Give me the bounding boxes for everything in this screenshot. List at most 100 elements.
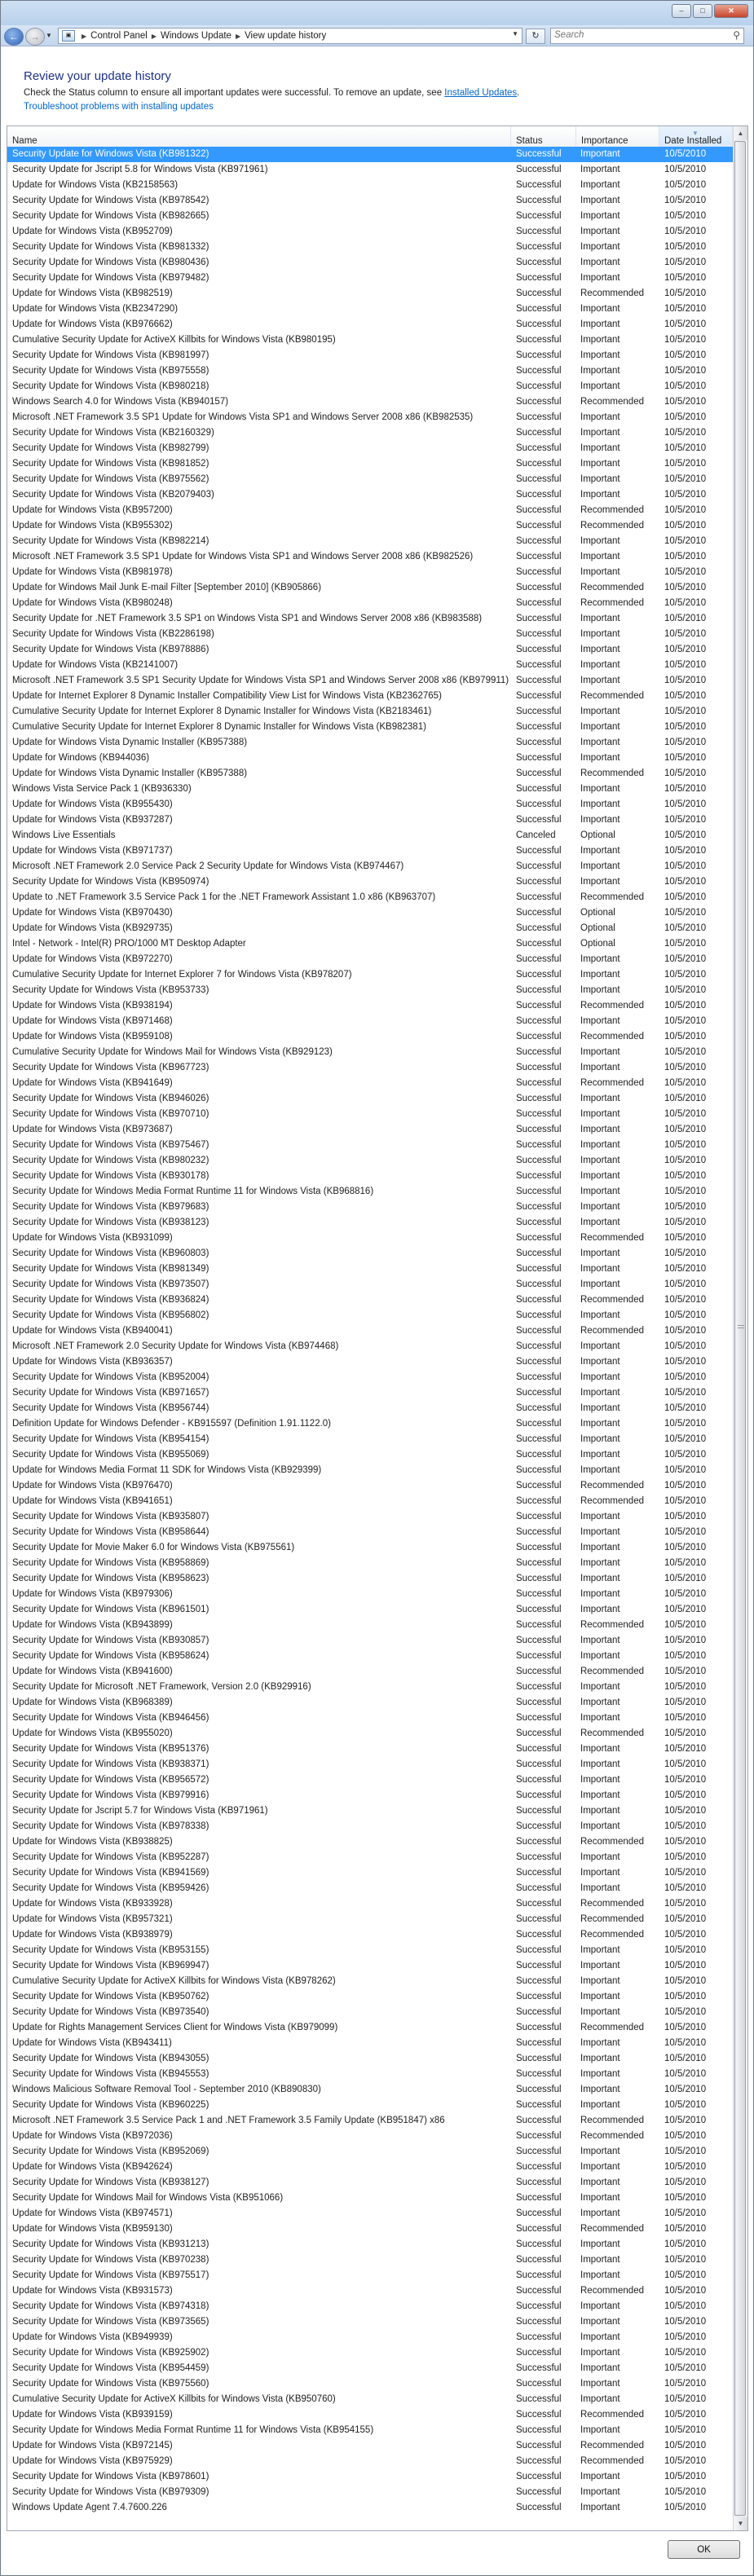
table-row[interactable]: Security Update for Windows Vista (KB980… [7,255,733,271]
table-row[interactable]: Security Update for Windows Vista (KB953… [7,983,733,998]
table-row[interactable]: Update for Windows Vista (KB936357) Succe… [7,1354,733,1370]
table-row[interactable]: Microsoft .NET Framework 3.5 Service Pac… [7,2113,733,2129]
installed-updates-link[interactable]: Installed Updates [444,88,517,98]
table-row[interactable]: Security Update for Windows Vista (KB956… [7,1308,733,1323]
table-row[interactable]: Update for Windows Vista (KB940041) Succe… [7,1323,733,1339]
table-row[interactable]: Security Update for Windows Vista (KB931… [7,2237,733,2252]
table-row[interactable]: Update for Windows Vista (KB957321) Succe… [7,1912,733,1927]
table-row[interactable]: Update for Windows Vista (KB976662) Succe… [7,317,733,332]
vertical-scrollbar[interactable]: ▲ ▼ [733,126,747,2530]
breadcrumb-windows-update[interactable]: Windows Update [161,31,231,41]
table-row[interactable]: Security Update for Windows Vista (KB925… [7,2345,733,2361]
table-row[interactable]: Update to .NET Framework 3.5 Service Pac… [7,890,733,905]
table-row[interactable]: Windows Update Agent 7.4.7600.226 Success… [7,2500,733,2516]
troubleshoot-link[interactable]: Troubleshoot problems with installing up… [24,102,214,112]
table-row[interactable]: Security Update for Windows Vista (KB938… [7,1757,733,1772]
table-row[interactable]: Update for Windows Mail Junk E-mail Filt… [7,580,733,596]
table-row[interactable]: Security Update for Windows Vista (KB982… [7,441,733,456]
table-row[interactable]: Security Update for Windows Vista (KB950… [7,874,733,890]
table-row[interactable]: Update for Windows Vista (KB982519) Succe… [7,286,733,302]
table-row[interactable]: Update for Windows Vista (KB949939) Succe… [7,2330,733,2345]
table-row[interactable]: Security Update for Windows Vista (KB973… [7,1277,733,1292]
table-row[interactable]: Security Update for Windows Vista (KB958… [7,1571,733,1587]
table-row[interactable]: Update for Windows Vista (KB959130) Succe… [7,2222,733,2237]
table-row[interactable]: Update for Windows Vista (KB941649) Succe… [7,1076,733,1091]
table-row[interactable]: Update for Windows Vista (KB955430) Succe… [7,797,733,812]
table-row[interactable]: Update for Windows Vista (KB933928) Succe… [7,1896,733,1912]
table-row[interactable]: Security Update for Windows Vista (KB981… [7,147,733,162]
table-row[interactable]: Update for Windows Vista (KB943899) Succe… [7,1618,733,1633]
table-row[interactable]: Security Update for Windows Vista (KB980… [7,1153,733,1169]
recent-pages-dropdown-icon[interactable]: ▼ [46,32,52,39]
table-row[interactable]: Security Update for Windows Vista (KB979… [7,2485,733,2500]
table-row[interactable]: Security Update for Windows Vista (KB979… [7,1200,733,1215]
table-row[interactable]: Security Update for .NET Framework 3.5 S… [7,611,733,627]
table-row[interactable]: Security Update for Windows Vista (KB936… [7,1292,733,1308]
refresh-button[interactable]: ↻ [526,29,545,44]
table-row[interactable]: Cumulative Security Update for ActiveX K… [7,2392,733,2407]
table-row[interactable]: Update for Windows Vista (KB931573) Succe… [7,2283,733,2299]
table-row[interactable]: Update for Windows Vista (KB973687) Succe… [7,1122,733,1138]
minimize-icon[interactable]: – [672,4,691,18]
table-row[interactable]: Cumulative Security Update for ActiveX K… [7,1974,733,1989]
table-row[interactable]: Cumulative Security Update for Windows M… [7,1045,733,1060]
table-row[interactable]: Security Update for Windows Vista (KB958… [7,1525,733,1540]
table-row[interactable]: Update for Rights Management Services Cl… [7,2020,733,2036]
table-row[interactable]: Security Update for Windows Vista (KB952… [7,1850,733,1865]
table-row[interactable]: Windows Search 4.0 for Windows Vista (KB… [7,394,733,410]
table-row[interactable]: Security Update for Windows Vista (KB981… [7,1262,733,1277]
table-row[interactable]: Security Update for Windows Vista (KB959… [7,1881,733,1896]
table-row[interactable]: Update for Windows Vista (KB931099) Succe… [7,1231,733,1246]
table-row[interactable]: Security Update for Windows Vista (KB978… [7,2469,733,2485]
table-row[interactable]: Security Update for Windows Vista (KB958… [7,1556,733,1571]
table-row[interactable]: Update for Windows Vista (KB952709) Succe… [7,224,733,240]
table-row[interactable]: Security Update for Windows Vista (KB930… [7,1169,733,1184]
table-row[interactable]: Update for Windows Vista (KB971737) Succe… [7,843,733,859]
table-row[interactable]: Security Update for Windows Vista (KB975… [7,472,733,487]
table-row[interactable]: Security Update for Windows Vista (KB970… [7,1107,733,1122]
table-row[interactable]: Update for Windows Vista (KB941651) Succe… [7,1494,733,1509]
table-row[interactable]: Security Update for Windows Vista (KB956… [7,1401,733,1416]
table-row[interactable]: Security Update for Windows Vista (KB978… [7,642,733,658]
table-row[interactable]: Security Update for Windows Vista (KB982… [7,209,733,224]
table-row[interactable]: Security Update for Windows Vista (KB982… [7,534,733,549]
scrollbar-thumb[interactable] [734,141,746,2516]
table-row[interactable]: Security Update for Windows Vista (KB941… [7,1865,733,1881]
table-row[interactable]: Update for Windows Vista (KB976470) Succe… [7,1478,733,1494]
table-row[interactable]: Security Update for Windows Vista (KB981… [7,240,733,255]
table-row[interactable]: Security Update for Windows Vista (KB975… [7,2268,733,2283]
table-row[interactable]: Update for Windows Vista (KB2158563) Succ… [7,178,733,193]
table-row[interactable]: Security Update for Windows Vista (KB216… [7,425,733,441]
table-row[interactable]: Microsoft .NET Framework 2.0 Service Pac… [7,859,733,874]
table-row[interactable]: Security Update for Windows Vista (KB980… [7,379,733,394]
table-row[interactable]: Update for Windows Vista (KB941600) Succe… [7,1664,733,1680]
table-row[interactable]: Update for Windows Vista (KB955302) Succe… [7,518,733,534]
back-button[interactable]: ← [4,28,24,46]
table-row[interactable]: Intel - Network - Intel(R) PRO/1000 MT D… [7,936,733,952]
table-row[interactable]: Cumulative Security Update for ActiveX K… [7,332,733,348]
table-row[interactable]: Update for Windows Vista (KB938194) Succe… [7,998,733,1014]
table-row[interactable]: Update for Windows Vista (KB972270) Succe… [7,952,733,967]
table-row[interactable]: Security Update for Windows Vista (KB953… [7,1943,733,1958]
column-header-name[interactable]: Name [7,126,511,147]
maximize-icon[interactable]: □ [693,4,712,18]
table-row[interactable]: Security Update for Windows Vista (KB978… [7,1819,733,1834]
table-row[interactable]: Windows Vista Service Pack 1 (KB936330) S… [7,782,733,797]
table-row[interactable]: Security Update for Windows Vista (KB954… [7,2361,733,2376]
table-row[interactable]: Microsoft .NET Framework 2.0 Security Up… [7,1339,733,1354]
table-row[interactable]: Update for Windows Vista (KB959108) Succe… [7,1029,733,1045]
table-row[interactable]: Security Update for Windows Vista (KB951… [7,1742,733,1757]
table-row[interactable]: Update for Windows Vista (KB939159) Succe… [7,2407,733,2423]
table-row[interactable]: Security Update for Windows Vista (KB981… [7,348,733,363]
table-row[interactable]: Security Update for Windows Vista (KB945… [7,2067,733,2082]
table-row[interactable]: Update for Internet Explorer 8 Dynamic I… [7,689,733,704]
table-row[interactable]: Security Update for Windows Vista (KB970… [7,2252,733,2268]
table-row[interactable]: Update for Windows Vista Dynamic Install… [7,766,733,782]
address-dropdown-icon[interactable]: ▼ [512,30,518,37]
table-row[interactable]: Security Update for Windows Vista (KB967… [7,1060,733,1076]
table-row[interactable]: Microsoft .NET Framework 3.5 SP1 Update … [7,410,733,425]
table-row[interactable]: Security Update for Windows Vista (KB978… [7,193,733,209]
table-row[interactable]: Security Update for Windows Vista (KB975… [7,1138,733,1153]
table-row[interactable]: Microsoft .NET Framework 3.5 SP1 Update … [7,549,733,565]
table-row[interactable]: Update for Windows Vista (KB2141007) Succ… [7,658,733,673]
